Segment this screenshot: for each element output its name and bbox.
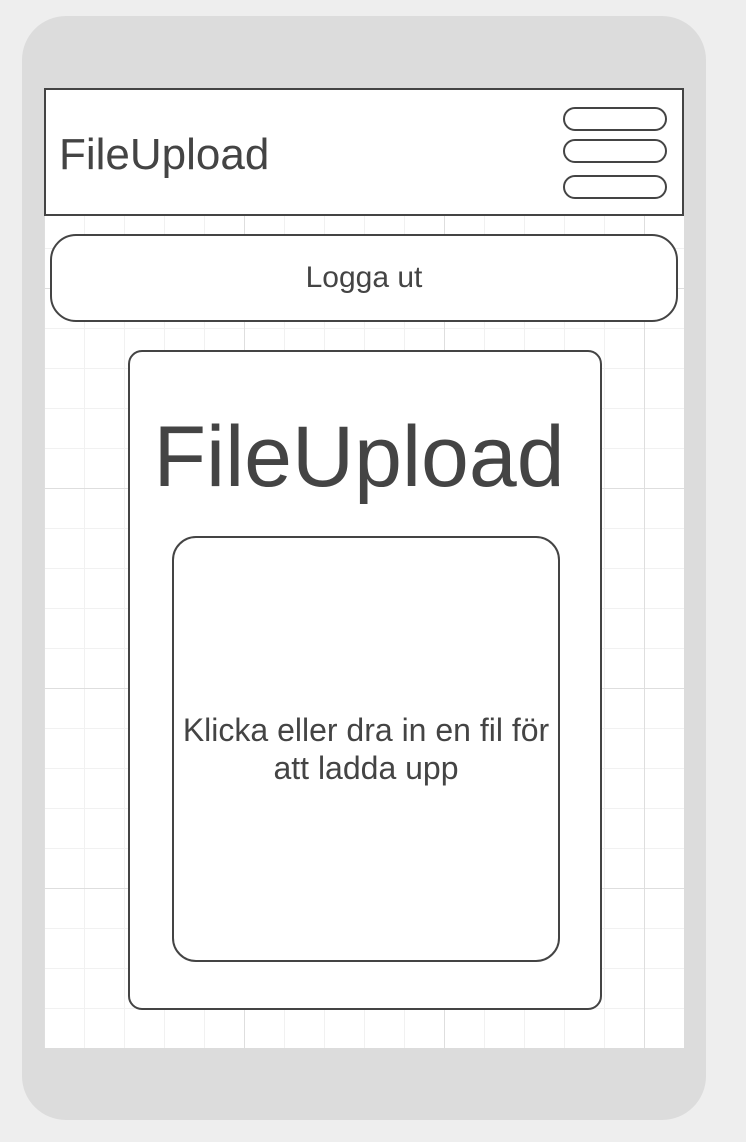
dropzone-label: Klicka eller dra in en fil för att ladda… [182, 712, 550, 786]
hamburger-menu-icon[interactable] [563, 107, 667, 199]
menu-bar-bottom [563, 175, 667, 199]
app-header: FileUpload [44, 88, 684, 216]
logout-button[interactable]: Logga ut [50, 234, 678, 322]
menu-bar-top [563, 107, 667, 131]
header-title: FileUpload [59, 130, 270, 179]
menu-bar-middle [563, 139, 667, 163]
file-dropzone[interactable]: Klicka eller dra in en fil för att ladda… [172, 536, 560, 962]
page-title: FileUpload [153, 409, 565, 505]
